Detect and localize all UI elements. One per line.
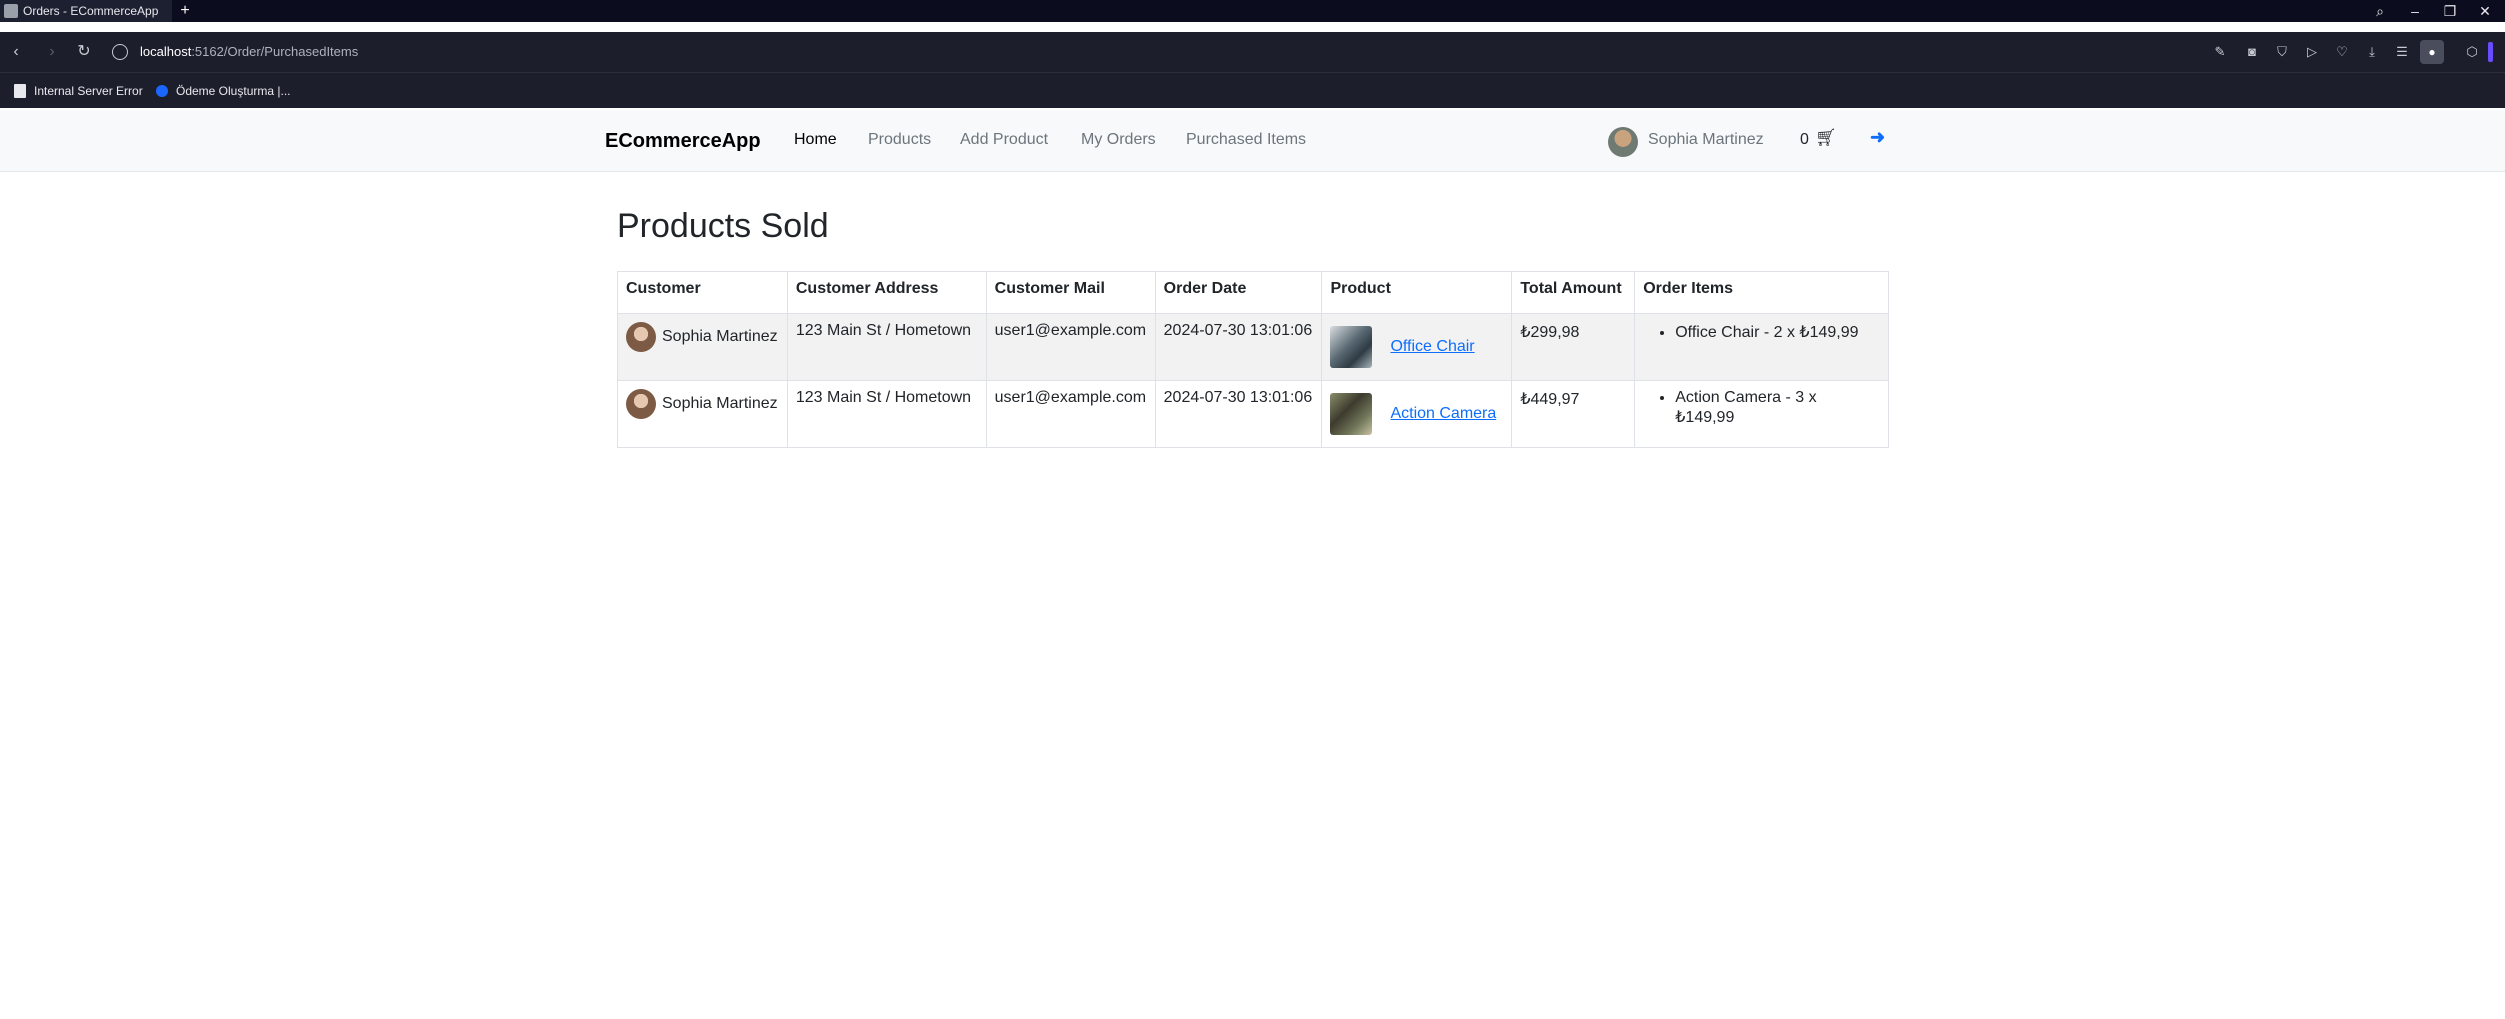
customer-name: Sophia Martinez xyxy=(662,395,778,412)
avatar xyxy=(626,322,656,352)
column-header: Total Amount xyxy=(1511,271,1636,314)
web-page: ECommerceApp Home Products Add Product M… xyxy=(0,110,2505,1019)
forward-icon[interactable]: › xyxy=(38,38,66,66)
document-icon xyxy=(14,84,26,98)
list-item: Action Camera - 3 x ₺149,99 xyxy=(1675,389,1880,427)
extension-icon[interactable]: ⬡ xyxy=(2462,42,2482,62)
minimize-icon[interactable]: – xyxy=(2395,0,2435,22)
mail-cell: user1@example.com xyxy=(985,380,1156,448)
product-link[interactable]: Action Camera xyxy=(1390,405,1496,423)
nav-my-orders[interactable]: My Orders xyxy=(1081,131,1156,149)
camera-icon[interactable]: ◙ xyxy=(2242,42,2262,62)
download-icon[interactable]: ⤓ xyxy=(2362,42,2382,62)
nav-add-product[interactable]: Add Product xyxy=(960,131,1048,149)
user-name[interactable]: Sophia Martinez xyxy=(1648,131,1764,149)
nav-home[interactable]: Home xyxy=(794,131,837,149)
site-info-icon[interactable] xyxy=(112,44,128,60)
product-link[interactable]: Office Chair xyxy=(1390,338,1474,356)
date-cell: 2024-07-30 13:01:06 xyxy=(1154,380,1323,448)
site-navbar: ECommerceApp Home Products Add Product M… xyxy=(0,110,2505,172)
browser-titlebar: Orders - ECommerceApp + ⌕ – ❐ ✕ xyxy=(0,0,2505,22)
column-header: Order Items xyxy=(1634,271,1889,314)
search-tabs-icon[interactable]: ⌕ xyxy=(2360,0,2400,22)
bookmark-odeme[interactable]: Ödeme Oluşturma |... xyxy=(156,73,291,109)
items-cell: Office Chair - 2 x ₺149,99 xyxy=(1634,313,1889,381)
total-cell: ₺449,97 xyxy=(1511,380,1636,448)
edit-icon[interactable]: ✎ xyxy=(2210,42,2230,62)
browser-tab[interactable]: Orders - ECommerceApp xyxy=(0,0,172,22)
bookmarks-bar: Internal Server Error Ödeme Oluşturma |.… xyxy=(0,72,2505,108)
customer-cell: Sophia Martinez xyxy=(617,380,788,448)
restore-icon[interactable]: ❐ xyxy=(2430,0,2470,22)
avatar[interactable] xyxy=(1608,127,1638,157)
items-cell: Action Camera - 3 x ₺149,99 xyxy=(1634,380,1889,448)
address-cell: 123 Main St / Hometown xyxy=(786,313,987,381)
logout-icon[interactable]: ➜ xyxy=(1870,127,1885,148)
total-cell: ₺299,98 xyxy=(1511,313,1636,381)
column-header: Product xyxy=(1321,271,1513,314)
heart-icon[interactable]: ♡ xyxy=(2332,42,2352,62)
product-cell: Office Chair xyxy=(1321,313,1513,381)
page-title: Products Sold xyxy=(617,207,829,245)
close-window-icon[interactable]: ✕ xyxy=(2465,0,2505,22)
date-cell: 2024-07-30 13:01:06 xyxy=(1154,313,1323,381)
table-header-row: Customer Customer Address Customer Mail … xyxy=(617,271,1889,314)
cart-icon[interactable]: 🛒︎ xyxy=(1815,128,1837,148)
avatar xyxy=(626,389,656,419)
table-row: Sophia Martinez 123 Main St / Hometown u… xyxy=(617,313,1889,381)
menu-icon[interactable]: ☰ xyxy=(2392,42,2412,62)
product-thumbnail[interactable] xyxy=(1330,393,1373,435)
bookmark-site-icon xyxy=(156,85,168,97)
list-item: Office Chair - 2 x ₺149,99 xyxy=(1675,322,1880,342)
url-field[interactable]: localhost:5162/Order/PurchasedItems xyxy=(140,32,358,72)
column-header: Customer Mail xyxy=(985,271,1156,314)
shield-icon[interactable]: ⛉ xyxy=(2272,42,2292,62)
column-header: Customer Address xyxy=(786,271,987,314)
mail-cell: user1@example.com xyxy=(985,313,1156,381)
nav-purchased-items[interactable]: Purchased Items xyxy=(1186,131,1306,149)
brand-link[interactable]: ECommerceApp xyxy=(605,130,761,153)
column-header: Customer xyxy=(617,271,788,314)
customer-name: Sophia Martinez xyxy=(662,328,778,345)
product-cell: Action Camera xyxy=(1321,380,1513,448)
product-thumbnail[interactable] xyxy=(1330,326,1373,368)
tab-title: Orders - ECommerceApp xyxy=(23,4,159,18)
cart-count[interactable]: 0 xyxy=(1800,131,1809,149)
back-icon[interactable]: ‹ xyxy=(2,38,30,66)
favicon-icon xyxy=(4,4,18,18)
orders-table: Customer Customer Address Customer Mail … xyxy=(617,271,1889,448)
profile-icon[interactable]: ● xyxy=(2420,40,2444,64)
table-row: Sophia Martinez 123 Main St / Hometown u… xyxy=(617,380,1889,448)
reload-icon[interactable]: ↻ xyxy=(70,38,98,66)
play-icon[interactable]: ▷ xyxy=(2302,42,2322,62)
new-tab-icon[interactable]: + xyxy=(176,2,194,20)
address-bar-row: ‹ › ↻ localhost:5162/Order/PurchasedItem… xyxy=(0,32,2505,72)
column-header: Order Date xyxy=(1154,271,1323,314)
nav-products[interactable]: Products xyxy=(868,131,931,149)
address-cell: 123 Main St / Hometown xyxy=(786,380,987,448)
customer-cell: Sophia Martinez xyxy=(617,313,788,381)
sidebar-indicator xyxy=(2488,42,2493,62)
bookmark-internal-server-error[interactable]: Internal Server Error xyxy=(14,73,143,109)
